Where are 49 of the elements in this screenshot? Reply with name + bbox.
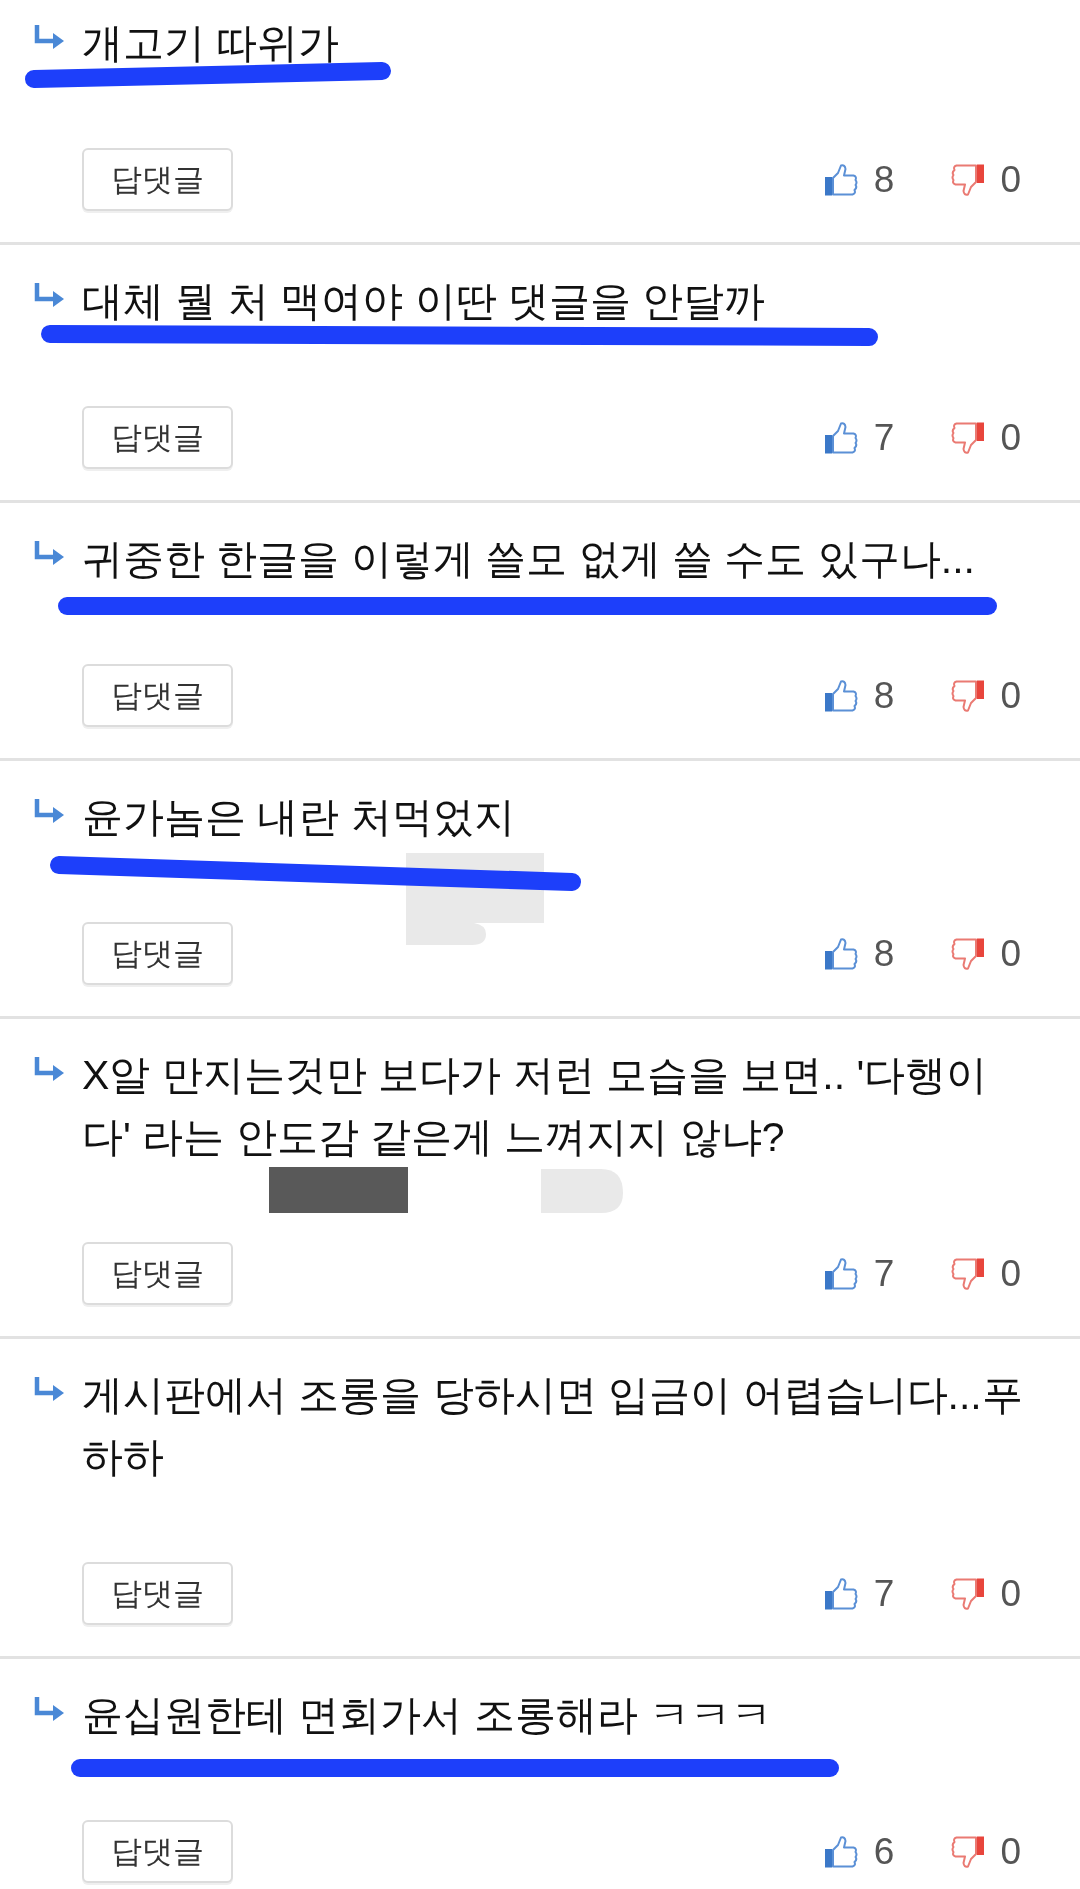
dislike-button[interactable]: 0	[951, 1575, 1021, 1612]
thumbs-up-icon	[823, 1576, 858, 1611]
thumbs-up-icon	[823, 678, 858, 713]
like-button[interactable]: 8	[823, 161, 895, 198]
comment-text: 게시판에서 조롱을 당하시면 입금이 어렵습니다...푸하하	[82, 1371, 1024, 1482]
reply-button[interactable]: 답댓글	[82, 1242, 233, 1305]
like-button[interactable]: 7	[823, 1575, 895, 1612]
reply-arrow-icon	[34, 1376, 65, 1404]
reply-arrow-icon	[34, 798, 65, 826]
comment-text: 윤십원한테 면회가서 조롱해라 ㅋㅋㅋ	[82, 1691, 774, 1740]
dislike-button[interactable]: 0	[951, 161, 1021, 198]
thumbs-down-icon	[951, 420, 986, 455]
like-button[interactable]: 7	[823, 419, 895, 456]
thumbs-down-icon	[951, 1834, 986, 1869]
reply-arrow-icon	[34, 540, 65, 568]
reply-arrow-icon	[34, 1696, 65, 1724]
reply-arrow-icon	[34, 282, 65, 310]
thumbs-up-icon	[823, 420, 858, 455]
reply-arrow-icon	[34, 1056, 65, 1084]
reply-arrow-icon	[34, 24, 65, 52]
thumbs-up-icon	[823, 1256, 858, 1291]
comment-text: 윤가놈은 내란 처먹었지	[82, 793, 516, 842]
dislike-button[interactable]: 0	[951, 1833, 1021, 1870]
thumbs-up-icon	[823, 162, 858, 197]
dislike-button[interactable]: 0	[951, 419, 1021, 456]
like-button[interactable]: 7	[823, 1255, 895, 1292]
reply-button[interactable]: 답댓글	[82, 664, 233, 727]
reply-button[interactable]: 답댓글	[82, 1820, 233, 1883]
dislike-button[interactable]: 0	[951, 1255, 1021, 1292]
thumbs-down-icon	[951, 1576, 986, 1611]
thumbs-down-icon	[951, 162, 986, 197]
thumbs-down-icon	[951, 936, 986, 971]
like-button[interactable]: 6	[823, 1833, 895, 1870]
like-button[interactable]: 8	[823, 935, 895, 972]
thumbs-up-icon	[823, 936, 858, 971]
reply-button[interactable]: 답댓글	[82, 148, 233, 211]
comment-text: 대체 뭘 처 맥여야 이딴 댓글을 안달까	[82, 277, 767, 326]
thumbs-down-icon	[951, 678, 986, 713]
dislike-button[interactable]: 0	[951, 935, 1021, 972]
reply-button[interactable]: 답댓글	[82, 406, 233, 469]
thumbs-down-icon	[951, 1256, 986, 1291]
comment-text: X알 만지는것만 보다가 저런 모습을 보면.. '다행이다' 라는 안도감 같은게 느껴지지 않냐?	[82, 1051, 989, 1162]
thumbs-up-icon	[823, 1834, 858, 1869]
reply-button[interactable]: 답댓글	[82, 922, 233, 985]
comment-text: 개고기 따위가	[82, 19, 341, 68]
like-button[interactable]: 8	[823, 677, 895, 714]
reply-button[interactable]: 답댓글	[82, 1562, 233, 1625]
comment-text: 귀중한 한글을 이렇게 쓸모 없게 쓸 수도 있구나...	[82, 535, 976, 584]
dislike-button[interactable]: 0	[951, 677, 1021, 714]
